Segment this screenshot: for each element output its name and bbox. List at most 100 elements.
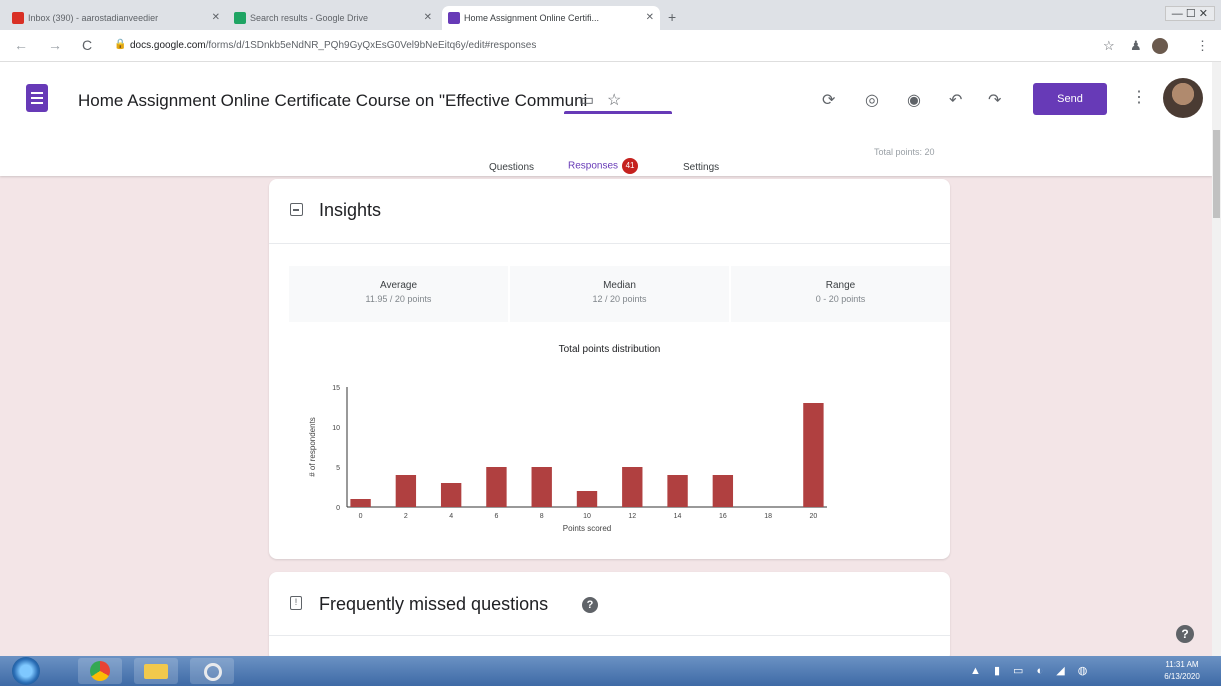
stat-label: Average: [379, 280, 418, 291]
bar: [350, 499, 371, 507]
x-tick-label: 8: [540, 513, 544, 520]
bar: [712, 475, 734, 507]
scrollbar-thumb[interactable]: [1213, 130, 1220, 218]
preview-eye-icon[interactable]: ◉: [907, 90, 921, 110]
taskbar: ▲ ▮ ▭ ◐ ◢ ◍ 11:31 AM 6/13/2020: [0, 656, 1221, 686]
tab-questions[interactable]: Questions: [489, 162, 534, 173]
stat-median: Median 12 / 20 points: [510, 266, 729, 322]
missed-header: ! Frequently missed questions ?: [269, 572, 950, 636]
bar: [803, 403, 824, 507]
send-button[interactable]: Send: [1033, 83, 1107, 115]
tab-label: Search results - Google Drive: [250, 13, 369, 23]
clock-date: 6/13/2020: [1164, 672, 1200, 681]
folder-icon[interactable]: ▭: [579, 90, 594, 110]
x-tick-label: 12: [628, 513, 636, 520]
extension-icon[interactable]: ♟: [1130, 38, 1142, 54]
forms-header: Home Assignment Online Certificate Cours…: [0, 62, 1212, 176]
taskbar-search-icon[interactable]: [190, 658, 234, 684]
scrollbar[interactable]: [1212, 62, 1221, 656]
x-tick-label: 18: [764, 513, 772, 520]
tab-label: Home Assignment Online Certifi...: [464, 13, 600, 23]
system-tray[interactable]: ▲ ▮ ▭ ◐ ◢ ◍: [970, 664, 1092, 677]
points-distribution-chart: 0 5 10 15 0 2 4 6 8 10 12 14 16 18 20 Points scored # of…: [308, 385, 827, 533]
missed-title: Frequently missed questions: [319, 594, 549, 614]
url-domain: docs.google.com: [130, 40, 206, 51]
bookmark-star-icon[interactable]: ☆: [1103, 38, 1115, 54]
close-icon[interactable]: ✕: [646, 6, 654, 30]
new-tab-button[interactable]: +: [668, 9, 676, 25]
stat-range: Range 0 - 20 points: [731, 266, 950, 322]
avatar[interactable]: [1163, 78, 1203, 118]
missed-questions-card: ! Frequently missed questions ?: [269, 572, 950, 662]
x-tick-label: 0: [359, 513, 363, 520]
active-tab-indicator: [564, 111, 672, 114]
form-tabs: Questions Responses 41 Settings: [0, 154, 1212, 176]
y-axis-label: # of respondents: [308, 417, 317, 477]
taskbar-chrome-icon[interactable]: [78, 658, 122, 684]
forward-button[interactable]: →: [48, 37, 62, 53]
close-icon[interactable]: ✕: [212, 6, 220, 30]
taskbar-clock[interactable]: 11:31 AM 6/13/2020: [1150, 659, 1214, 683]
bar: [486, 467, 507, 507]
forms-logo-icon[interactable]: [26, 84, 48, 112]
start-button[interactable]: [12, 657, 40, 685]
responses-count-badge: 41: [622, 158, 639, 174]
total-points: Total points: 20: [874, 147, 935, 157]
tab-label: Inbox (390) - aarostadianveedier: [28, 13, 159, 23]
palette-icon[interactable]: ◎: [865, 90, 879, 110]
clock-time: 11:31 AM: [1165, 660, 1199, 669]
tab-settings[interactable]: Settings: [683, 162, 719, 173]
chart-title: Total points distribution: [558, 344, 661, 355]
gmail-icon: [12, 12, 24, 24]
x-tick-label: 16: [719, 513, 727, 520]
taskbar-explorer-icon[interactable]: [134, 658, 178, 684]
close-icon[interactable]: ✕: [424, 6, 432, 30]
insights-icon: [290, 203, 303, 216]
help-icon[interactable]: ?: [582, 597, 598, 613]
bar: [440, 483, 462, 507]
window-controls[interactable]: — ☐ ✕: [1164, 6, 1215, 21]
alert-icon: !: [290, 596, 302, 610]
x-tick-label: 20: [810, 513, 818, 520]
browser-profile-icon[interactable]: [1152, 38, 1168, 54]
form-title[interactable]: Home Assignment Online Certificate Cours…: [78, 91, 587, 111]
stat-average: Average 11.95 / 20 points: [289, 266, 508, 322]
floating-help-icon[interactable]: ?: [1176, 625, 1194, 643]
browser-tabstrip: Inbox (390) - aarostadianveedier ✕ Searc…: [0, 0, 1221, 30]
x-axis-label: Points scored: [563, 524, 611, 533]
more-options-icon[interactable]: ⋮: [1131, 87, 1147, 107]
url-field[interactable]: docs.google.com/forms/d/1SDnkb5eNdNR_PQh…: [130, 40, 536, 51]
x-tick-label: 2: [404, 513, 408, 520]
undo-icon[interactable]: ↶: [949, 90, 962, 110]
stat-label: Range: [825, 280, 856, 291]
browser-menu-icon[interactable]: ⋮: [1196, 38, 1209, 54]
bar: [576, 491, 598, 507]
y-tick-label: 10: [332, 425, 340, 432]
redo-icon[interactable]: ↷: [988, 90, 1001, 110]
drive-icon: [234, 12, 246, 24]
y-tick-label: 15: [332, 385, 340, 392]
lock-icon[interactable]: 🔒: [114, 39, 126, 50]
insights-header: Insights: [269, 179, 950, 244]
stat-value: 0 - 20 points: [815, 294, 866, 304]
star-icon[interactable]: ☆: [607, 90, 621, 110]
y-tick-label: 0: [336, 505, 340, 512]
stat-label: Median: [603, 280, 636, 291]
browser-tab-drive[interactable]: Search results - Google Drive ✕: [228, 6, 438, 30]
bar: [531, 467, 552, 507]
y-tick-label: 5: [336, 465, 340, 472]
reload-button[interactable]: C: [82, 37, 92, 53]
browser-tab-forms[interactable]: Home Assignment Online Certifi... ✕: [442, 6, 660, 30]
insights-title: Insights: [319, 200, 382, 220]
tab-responses[interactable]: Responses 41: [568, 158, 639, 174]
url-path: /forms/d/1SDnkb5eNdNR_PQh9GyQxEsG0Vel9bN…: [205, 40, 537, 51]
bar: [622, 467, 643, 507]
x-tick-label: 6: [494, 513, 498, 520]
address-bar: ← → C 🔒 docs.google.com/forms/d/1SDnkb5e…: [0, 30, 1221, 62]
addon-icon[interactable]: ⟳: [822, 90, 835, 110]
x-tick-label: 10: [583, 513, 591, 520]
stat-value: 12 / 20 points: [592, 294, 647, 304]
forms-icon: [448, 12, 460, 24]
back-button[interactable]: ←: [14, 37, 28, 53]
browser-tab-gmail[interactable]: Inbox (390) - aarostadianveedier ✕: [6, 6, 226, 30]
